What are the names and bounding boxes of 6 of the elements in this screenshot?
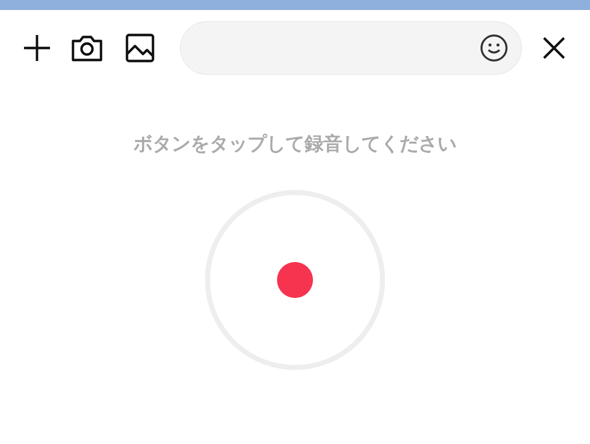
instruction-text: ボタンをタップして録音してください xyxy=(132,132,458,157)
image-icon[interactable] xyxy=(124,32,156,64)
plus-icon[interactable] xyxy=(21,32,53,64)
close-icon[interactable] xyxy=(541,35,567,61)
emoji-icon[interactable] xyxy=(479,33,509,63)
record-dot-icon xyxy=(277,262,313,298)
